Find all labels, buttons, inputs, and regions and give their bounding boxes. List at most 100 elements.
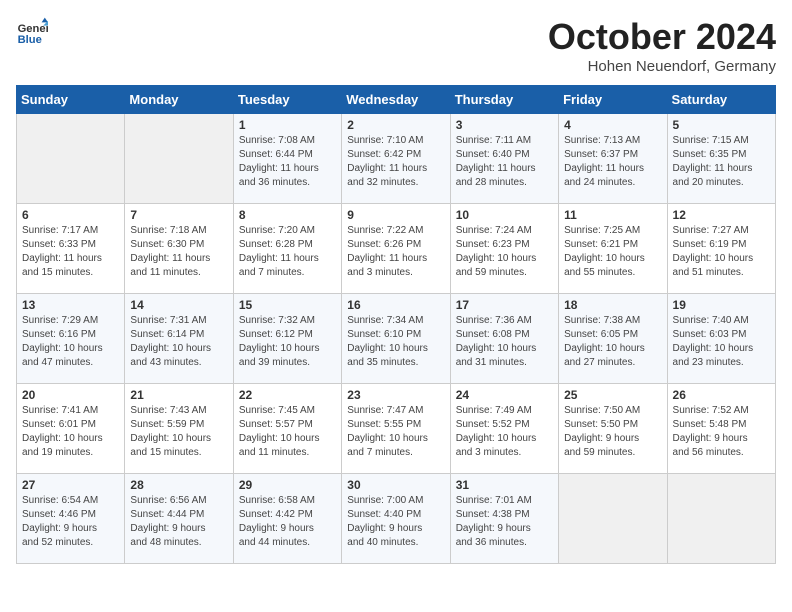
calendar-cell: 23 Sunrise: 7:47 AM Sunset: 5:55 PM Dayli…	[342, 384, 450, 474]
day-number: 27	[22, 478, 119, 492]
day-info: Sunrise: 6:54 AM Sunset: 4:46 PM Dayligh…	[22, 494, 119, 550]
day-info: Sunrise: 7:29 AM Sunset: 6:16 PM Dayligh…	[22, 314, 119, 370]
calendar-cell: 25Sunrise: 7:50 AM Sunset: 5:50 PM Dayli…	[559, 384, 667, 474]
day-info: Sunrise: 7:40 AM Sunset: 6:03 PM Dayligh…	[673, 314, 770, 370]
calendar-cell: 8 Sunrise: 7:20 AM Sunset: 6:28 PM Daylig…	[233, 204, 341, 294]
day-info: Sunrise: 7:52 AM Sunset: 5:48 PM Dayligh…	[673, 404, 770, 460]
day-info: Sunrise: 7:32 AM Sunset: 6:12 PM Dayligh…	[239, 314, 336, 370]
day-info: Sunrise: 7:49 AM Sunset: 5:52 PM Dayligh…	[456, 404, 553, 460]
calendar-table: SundayMondayTuesdayWednesdayThursdayFrid…	[16, 85, 776, 564]
day-number: 10	[456, 208, 553, 222]
week-row-4: 20Sunrise: 7:41 AM Sunset: 6:01 PM Dayli…	[17, 384, 776, 474]
day-info: Sunrise: 7:11 AM Sunset: 6:40 PM Dayligh…	[456, 134, 553, 190]
day-number: 26	[673, 388, 770, 402]
calendar-cell: 17 Sunrise: 7:36 AM Sunset: 6:08 PM Dayli…	[450, 294, 558, 384]
day-info: Sunrise: 7:43 AM Sunset: 5:59 PM Dayligh…	[130, 404, 227, 460]
day-number: 24	[456, 388, 553, 402]
calendar-cell: 6 Sunrise: 7:17 AM Sunset: 6:33 PM Daylig…	[17, 204, 125, 294]
day-info: Sunrise: 7:01 AM Sunset: 4:38 PM Dayligh…	[456, 494, 553, 550]
calendar-cell: 2 Sunrise: 7:10 AM Sunset: 6:42 PM Daylig…	[342, 114, 450, 204]
calendar-cell: 10 Sunrise: 7:24 AM Sunset: 6:23 PM Dayli…	[450, 204, 558, 294]
day-number: 28	[130, 478, 227, 492]
calendar-title: October 2024	[548, 16, 776, 58]
day-info: Sunrise: 7:20 AM Sunset: 6:28 PM Dayligh…	[239, 224, 336, 280]
calendar-cell: 7Sunrise: 7:18 AM Sunset: 6:30 PM Daylig…	[125, 204, 233, 294]
calendar-cell: 9Sunrise: 7:22 AM Sunset: 6:26 PM Daylig…	[342, 204, 450, 294]
day-number: 29	[239, 478, 336, 492]
day-info: Sunrise: 7:17 AM Sunset: 6:33 PM Dayligh…	[22, 224, 119, 280]
day-number: 16	[347, 298, 444, 312]
calendar-cell: 28 Sunrise: 6:56 AM Sunset: 4:44 PM Dayli…	[125, 474, 233, 564]
week-row-2: 6 Sunrise: 7:17 AM Sunset: 6:33 PM Daylig…	[17, 204, 776, 294]
col-header-friday: Friday	[559, 86, 667, 114]
calendar-cell: 26 Sunrise: 7:52 AM Sunset: 5:48 PM Dayli…	[667, 384, 775, 474]
day-number: 9	[347, 208, 444, 222]
day-info: Sunrise: 7:41 AM Sunset: 6:01 PM Dayligh…	[22, 404, 119, 460]
day-info: Sunrise: 7:45 AM Sunset: 5:57 PM Dayligh…	[239, 404, 336, 460]
week-row-1: 1 Sunrise: 7:08 AM Sunset: 6:44 PM Daylig…	[17, 114, 776, 204]
calendar-cell: 19 Sunrise: 7:40 AM Sunset: 6:03 PM Dayli…	[667, 294, 775, 384]
day-number: 5	[673, 118, 770, 132]
calendar-cell: 5 Sunrise: 7:15 AM Sunset: 6:35 PM Daylig…	[667, 114, 775, 204]
calendar-cell: 1 Sunrise: 7:08 AM Sunset: 6:44 PM Daylig…	[233, 114, 341, 204]
week-row-5: 27 Sunrise: 6:54 AM Sunset: 4:46 PM Dayli…	[17, 474, 776, 564]
calendar-cell: 21 Sunrise: 7:43 AM Sunset: 5:59 PM Dayli…	[125, 384, 233, 474]
header-row: SundayMondayTuesdayWednesdayThursdayFrid…	[17, 86, 776, 114]
calendar-cell: 3 Sunrise: 7:11 AM Sunset: 6:40 PM Daylig…	[450, 114, 558, 204]
calendar-cell: 4 Sunrise: 7:13 AM Sunset: 6:37 PM Daylig…	[559, 114, 667, 204]
col-header-sunday: Sunday	[17, 86, 125, 114]
day-info: Sunrise: 7:08 AM Sunset: 6:44 PM Dayligh…	[239, 134, 336, 190]
day-number: 8	[239, 208, 336, 222]
calendar-cell: 27 Sunrise: 6:54 AM Sunset: 4:46 PM Dayli…	[17, 474, 125, 564]
day-info: Sunrise: 7:36 AM Sunset: 6:08 PM Dayligh…	[456, 314, 553, 370]
day-number: 2	[347, 118, 444, 132]
day-info: Sunrise: 7:15 AM Sunset: 6:35 PM Dayligh…	[673, 134, 770, 190]
day-info: Sunrise: 7:24 AM Sunset: 6:23 PM Dayligh…	[456, 224, 553, 280]
day-number: 4	[564, 118, 661, 132]
calendar-subtitle: Hohen Neuendorf, Germany	[548, 58, 776, 75]
day-info: Sunrise: 7:47 AM Sunset: 5:55 PM Dayligh…	[347, 404, 444, 460]
calendar-cell: 31 Sunrise: 7:01 AM Sunset: 4:38 PM Dayli…	[450, 474, 558, 564]
calendar-cell	[125, 114, 233, 204]
day-number: 31	[456, 478, 553, 492]
calendar-cell: 24 Sunrise: 7:49 AM Sunset: 5:52 PM Dayli…	[450, 384, 558, 474]
page-header: General Blue October 2024 Hohen Neuendor…	[16, 16, 776, 75]
day-number: 3	[456, 118, 553, 132]
day-number: 15	[239, 298, 336, 312]
day-info: Sunrise: 7:27 AM Sunset: 6:19 PM Dayligh…	[673, 224, 770, 280]
col-header-monday: Monday	[125, 86, 233, 114]
calendar-cell: 13 Sunrise: 7:29 AM Sunset: 6:16 PM Dayli…	[17, 294, 125, 384]
day-info: Sunrise: 7:34 AM Sunset: 6:10 PM Dayligh…	[347, 314, 444, 370]
day-info: Sunrise: 6:58 AM Sunset: 4:42 PM Dayligh…	[239, 494, 336, 550]
calendar-cell: 14 Sunrise: 7:31 AM Sunset: 6:14 PM Dayli…	[125, 294, 233, 384]
day-info: Sunrise: 7:00 AM Sunset: 4:40 PM Dayligh…	[347, 494, 444, 550]
day-number: 6	[22, 208, 119, 222]
day-info: Sunrise: 7:50 AM Sunset: 5:50 PM Dayligh…	[564, 404, 661, 460]
day-info: Sunrise: 6:56 AM Sunset: 4:44 PM Dayligh…	[130, 494, 227, 550]
logo: General Blue	[16, 16, 48, 48]
day-number: 7	[130, 208, 227, 222]
day-number: 22	[239, 388, 336, 402]
day-info: Sunrise: 7:13 AM Sunset: 6:37 PM Dayligh…	[564, 134, 661, 190]
svg-text:Blue: Blue	[18, 34, 42, 46]
day-number: 21	[130, 388, 227, 402]
calendar-cell	[667, 474, 775, 564]
day-info: Sunrise: 7:31 AM Sunset: 6:14 PM Dayligh…	[130, 314, 227, 370]
day-number: 13	[22, 298, 119, 312]
day-number: 1	[239, 118, 336, 132]
calendar-cell: 11Sunrise: 7:25 AM Sunset: 6:21 PM Dayli…	[559, 204, 667, 294]
col-header-saturday: Saturday	[667, 86, 775, 114]
calendar-cell: 12 Sunrise: 7:27 AM Sunset: 6:19 PM Dayli…	[667, 204, 775, 294]
day-number: 14	[130, 298, 227, 312]
col-header-thursday: Thursday	[450, 86, 558, 114]
day-info: Sunrise: 7:25 AM Sunset: 6:21 PM Dayligh…	[564, 224, 661, 280]
day-number: 23	[347, 388, 444, 402]
day-info: Sunrise: 7:38 AM Sunset: 6:05 PM Dayligh…	[564, 314, 661, 370]
svg-text:General: General	[18, 23, 48, 35]
day-number: 19	[673, 298, 770, 312]
day-number: 12	[673, 208, 770, 222]
day-number: 17	[456, 298, 553, 312]
day-info: Sunrise: 7:10 AM Sunset: 6:42 PM Dayligh…	[347, 134, 444, 190]
col-header-tuesday: Tuesday	[233, 86, 341, 114]
calendar-cell: 30Sunrise: 7:00 AM Sunset: 4:40 PM Dayli…	[342, 474, 450, 564]
